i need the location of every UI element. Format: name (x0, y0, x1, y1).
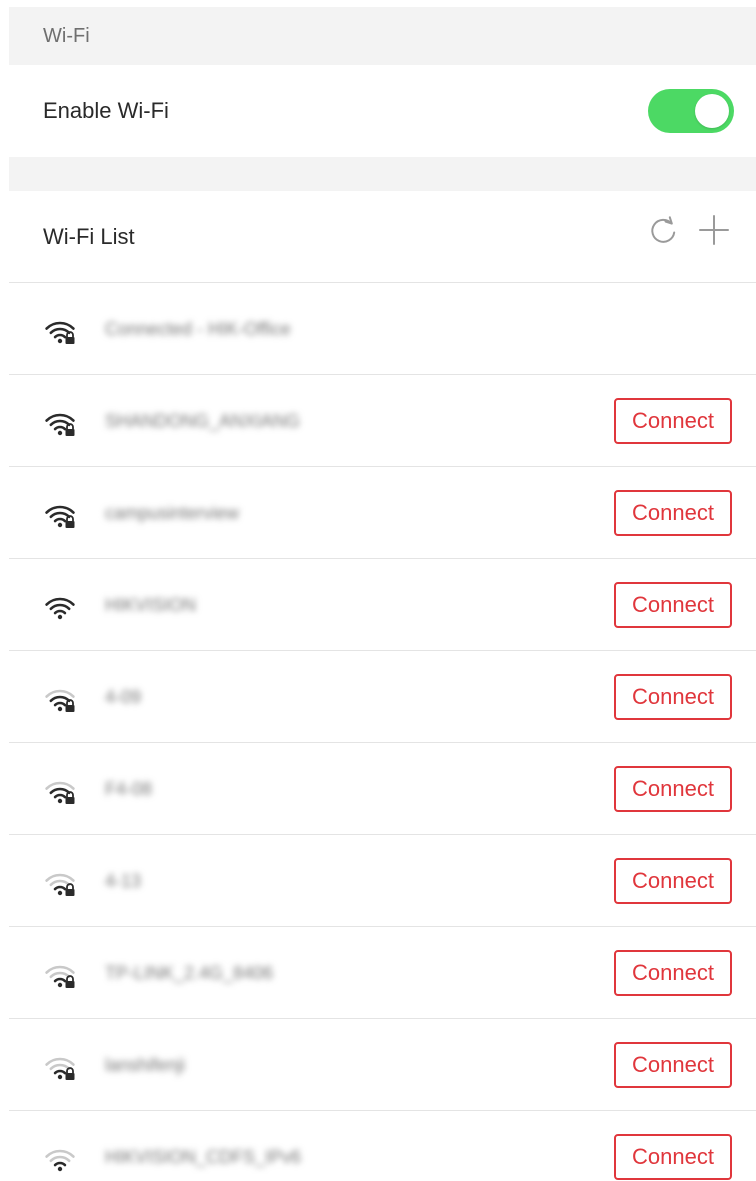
signal-arc (53, 609, 67, 615)
toggle-knob (695, 94, 729, 128)
signal-dot (57, 614, 63, 620)
signal-arc (53, 885, 67, 891)
enable-wifi-label: Enable Wi-Fi (43, 98, 169, 123)
signal-arc (49, 327, 71, 335)
wifi-ssid: HIKVISION_CDFS_IPv6 (105, 1147, 302, 1167)
wifi-network-row[interactable]: campusinterview Connect (9, 467, 756, 559)
wifi-network-row[interactable]: 4-13 Connect (9, 835, 756, 927)
signal-arc (49, 879, 71, 887)
signal-dot (57, 890, 63, 896)
wifi-ssid: 4-09 (105, 687, 142, 707)
wifi-ssid: campusinterview (105, 503, 240, 523)
signal-arc (53, 333, 67, 339)
refresh-icon[interactable] (647, 213, 681, 247)
lock-shackle (66, 331, 74, 337)
section-title: Wi-Fi (43, 25, 90, 47)
signal-dot (57, 706, 63, 712)
connect-button[interactable]: Connect (614, 858, 732, 904)
section-divider (9, 157, 756, 191)
wifi-ssid: 4-13 (105, 871, 142, 891)
wifi-network-row[interactable]: HIKVISION Connect (9, 559, 756, 651)
lock-body (65, 797, 75, 804)
lock-body (65, 337, 75, 344)
section-header-wifi: Wi-Fi (9, 7, 756, 65)
signal-arc (49, 419, 71, 427)
wifi-list-title: Wi-Fi List (43, 224, 135, 249)
wifi-settings-screen: Wi-Fi Enable Wi-Fi Wi-Fi List Connected … (0, 0, 756, 1181)
connect-button[interactable]: Connect (614, 950, 732, 996)
signal-dot (57, 338, 63, 344)
connect-button[interactable]: Connect (614, 1134, 732, 1180)
lock-body (65, 889, 75, 896)
lock-shackle (66, 423, 74, 429)
wifi-ssid: SHANDONG_ANXIANG (105, 411, 301, 431)
wifi-locked-icon (45, 781, 75, 804)
wifi-network-row[interactable]: Connected - HIK-Office (9, 283, 756, 375)
lock-body (65, 521, 75, 528)
lock-body (65, 429, 75, 436)
lock-shackle (66, 699, 74, 705)
connect-button[interactable]: Connect (614, 398, 732, 444)
wifi-ssid: Connected - HIK-Office (105, 319, 291, 339)
lock-shackle (66, 975, 74, 981)
signal-arc (53, 977, 67, 983)
wifi-network-row[interactable]: HIKVISION_CDFS_IPv6 Connect (9, 1111, 756, 1181)
lock-shackle (66, 791, 74, 797)
lock-shackle (66, 515, 74, 521)
wifi-locked-icon (45, 321, 75, 344)
wifi-network-row[interactable]: 4-09 Connect (9, 651, 756, 743)
signal-arc (53, 425, 67, 431)
wifi-icon (45, 597, 75, 620)
signal-arc (53, 701, 67, 707)
enable-wifi-toggle[interactable] (648, 89, 734, 133)
signal-arc (53, 793, 67, 799)
wifi-network-row[interactable]: TP-LINK_2.4G_8406 Connect (9, 927, 756, 1019)
wifi-locked-icon (45, 1057, 75, 1080)
connect-button[interactable]: Connect (614, 766, 732, 812)
enable-wifi-row: Enable Wi-Fi (9, 65, 756, 157)
signal-arc (53, 517, 67, 523)
signal-arc (49, 787, 71, 795)
signal-dot (57, 1074, 63, 1080)
signal-dot (57, 522, 63, 528)
connect-button[interactable]: Connect (614, 674, 732, 720)
wifi-locked-icon (45, 505, 75, 528)
wifi-list-header: Wi-Fi List (9, 191, 756, 283)
wifi-list: Connected - HIK-Office SHANDONG_ANXIANG Co… (9, 283, 756, 1181)
lock-body (65, 981, 75, 988)
wifi-ssid: F4-08 (105, 779, 153, 799)
signal-arc (49, 1063, 71, 1071)
wifi-icon (45, 1149, 75, 1172)
wifi-ssid: lanshifenji (105, 1055, 186, 1075)
wifi-locked-icon (45, 965, 75, 988)
signal-arc (49, 695, 71, 703)
wifi-network-row[interactable]: lanshifenji Connect (9, 1019, 756, 1111)
plus-icon[interactable] (697, 213, 731, 247)
lock-shackle (66, 1067, 74, 1073)
connect-button[interactable]: Connect (614, 1042, 732, 1088)
wifi-network-row[interactable]: SHANDONG_ANXIANG Connect (9, 375, 756, 467)
wifi-ssid: HIKVISION (105, 595, 197, 615)
lock-shackle (66, 883, 74, 889)
wifi-locked-icon (45, 413, 75, 436)
signal-dot (57, 430, 63, 436)
signal-arc (49, 971, 71, 979)
signal-arc (49, 1155, 71, 1163)
wifi-network-row[interactable]: F4-08 Connect (9, 743, 756, 835)
lock-body (65, 1073, 75, 1080)
wifi-locked-icon (45, 689, 75, 712)
lock-body (65, 705, 75, 712)
signal-arc (53, 1161, 67, 1167)
signal-arc (49, 603, 71, 611)
connect-button[interactable]: Connect (614, 490, 732, 536)
wifi-locked-icon (45, 873, 75, 896)
signal-arc (53, 1069, 67, 1075)
signal-dot (57, 1166, 63, 1172)
signal-arc (49, 511, 71, 519)
connect-button[interactable]: Connect (614, 582, 732, 628)
wifi-ssid: TP-LINK_2.4G_8406 (105, 963, 274, 983)
signal-dot (57, 982, 63, 988)
signal-dot (57, 798, 63, 804)
